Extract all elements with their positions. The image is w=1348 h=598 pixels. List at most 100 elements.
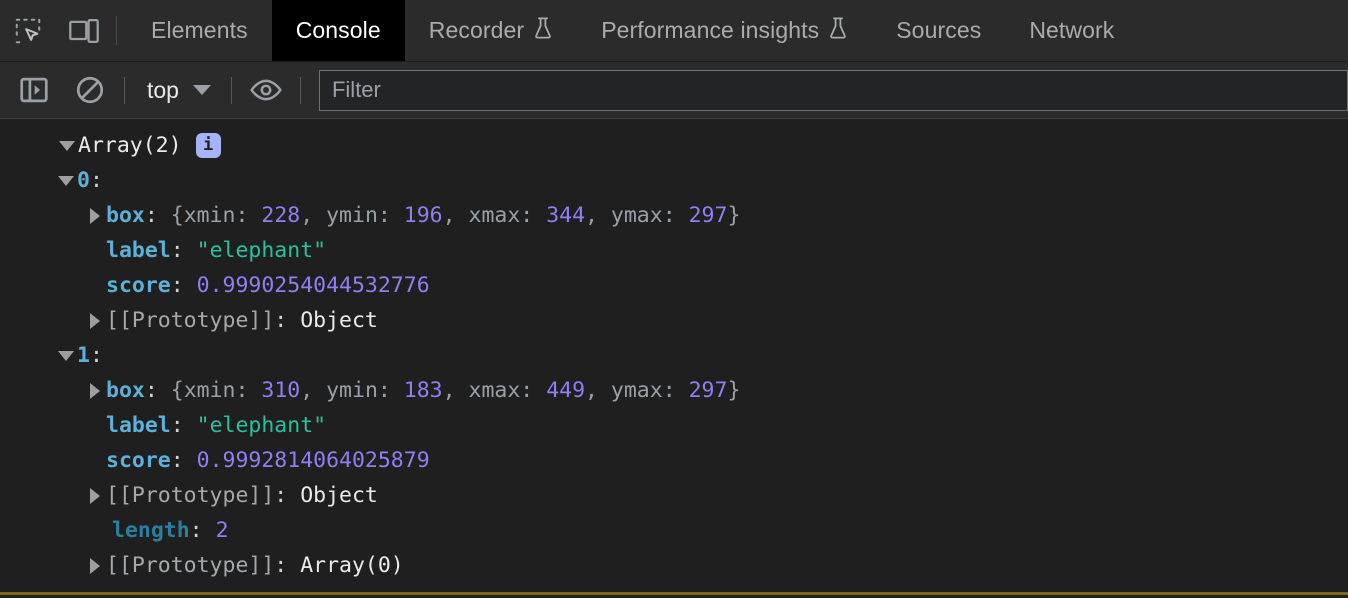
box-field-value: 183 bbox=[404, 373, 443, 408]
disclosure-triangle-closed-icon[interactable] bbox=[84, 488, 106, 504]
object-prototype-row[interactable]: [[Prototype]]: Object bbox=[0, 303, 1348, 338]
object-property-row-label[interactable]: label: "elephant" bbox=[0, 408, 1348, 443]
tab-label: Performance insights bbox=[601, 17, 819, 44]
disclosure-triangle-closed-icon[interactable] bbox=[84, 313, 106, 329]
array-index-row[interactable]: 1: bbox=[0, 338, 1348, 373]
box-field-value: 196 bbox=[404, 198, 443, 233]
colon: : bbox=[145, 198, 158, 233]
disclosure-triangle-open-icon[interactable] bbox=[55, 176, 77, 186]
object-prototype-row[interactable]: [[Prototype]]: Object bbox=[0, 478, 1348, 513]
comma: , bbox=[585, 198, 611, 233]
array-index-key: 1 bbox=[77, 338, 90, 373]
box-field-name: xmax bbox=[469, 198, 521, 233]
colon: : bbox=[274, 303, 287, 338]
comma: , bbox=[300, 373, 326, 408]
prototype-key: [[Prototype]] bbox=[106, 548, 274, 583]
object-property-row-box[interactable]: box: {xmin: 228, ymin: 196, xmax: 344, y… bbox=[0, 198, 1348, 233]
colon: : bbox=[90, 338, 103, 373]
info-badge-icon[interactable]: i bbox=[196, 133, 221, 158]
box-field-name: xmax bbox=[469, 373, 521, 408]
prototype-key: [[Prototype]] bbox=[106, 478, 274, 513]
colon: : bbox=[171, 443, 184, 478]
colon: : bbox=[274, 548, 287, 583]
box-field-value: 297 bbox=[689, 373, 728, 408]
devtools-tab-bar: Elements Console Recorder Performance in… bbox=[0, 0, 1348, 62]
colon: : bbox=[274, 478, 287, 513]
box-field-name: ymax bbox=[611, 198, 663, 233]
box-field-value: 449 bbox=[546, 373, 585, 408]
tab-elements[interactable]: Elements bbox=[127, 0, 272, 61]
inspect-element-icon[interactable] bbox=[0, 0, 56, 61]
property-value-label: "elephant" bbox=[197, 233, 326, 268]
property-value-score: 0.9992814064025879 bbox=[197, 443, 430, 478]
tab-console[interactable]: Console bbox=[272, 0, 405, 61]
box-field-value: 310 bbox=[261, 373, 300, 408]
tab-label: Recorder bbox=[429, 17, 524, 44]
prototype-key: [[Prototype]] bbox=[106, 303, 274, 338]
object-property-row-score[interactable]: score: 0.9990254044532776 bbox=[0, 268, 1348, 303]
array-prototype-row[interactable]: [[Prototype]]: Array(0) bbox=[0, 548, 1348, 583]
flask-icon bbox=[533, 16, 553, 46]
array-length-row[interactable]: length: 2 bbox=[0, 513, 1348, 548]
colon: : bbox=[171, 408, 184, 443]
colon: : bbox=[145, 373, 158, 408]
array-index-row[interactable]: 0: bbox=[0, 163, 1348, 198]
property-value-length: 2 bbox=[216, 513, 229, 548]
filter-field-wrap bbox=[319, 70, 1348, 111]
box-field-value: 297 bbox=[689, 198, 728, 233]
property-key-score: score bbox=[106, 268, 171, 303]
property-value-score: 0.9990254044532776 bbox=[197, 268, 430, 303]
disclosure-triangle-open-icon[interactable] bbox=[55, 351, 77, 361]
prototype-value: Object bbox=[300, 303, 378, 338]
disclosure-triangle-closed-icon[interactable] bbox=[84, 558, 106, 574]
property-key-label: label bbox=[106, 233, 171, 268]
box-field-name: ymax bbox=[611, 373, 663, 408]
object-property-row-label[interactable]: label: "elephant" bbox=[0, 233, 1348, 268]
prototype-value: Array(0) bbox=[300, 548, 404, 583]
clear-console-icon[interactable] bbox=[62, 62, 118, 119]
comma: , bbox=[585, 373, 611, 408]
console-array-root-row[interactable]: Array(2) i bbox=[0, 128, 1348, 163]
colon: : bbox=[171, 268, 184, 303]
property-key-box: box bbox=[106, 198, 145, 233]
array-index-key: 0 bbox=[77, 163, 90, 198]
open-brace: { bbox=[171, 198, 184, 233]
colon: : bbox=[90, 163, 103, 198]
box-field-name: ymin bbox=[326, 373, 378, 408]
filter-input[interactable] bbox=[319, 70, 1348, 111]
tab-performance-insights[interactable]: Performance insights bbox=[577, 0, 872, 61]
property-key-box: box bbox=[106, 373, 145, 408]
colon: : bbox=[190, 513, 203, 548]
console-sidebar-icon[interactable] bbox=[6, 62, 62, 119]
tab-label: Sources bbox=[896, 17, 981, 44]
property-key-label: label bbox=[106, 408, 171, 443]
execution-context-selector[interactable]: top bbox=[131, 77, 225, 104]
disclosure-triangle-closed-icon[interactable] bbox=[84, 383, 106, 399]
disclosure-triangle-open-icon[interactable] bbox=[56, 141, 78, 151]
close-brace: } bbox=[727, 373, 740, 408]
tab-sources[interactable]: Sources bbox=[872, 0, 1005, 61]
property-key-length: length bbox=[112, 513, 190, 548]
toolbar-divider bbox=[231, 77, 232, 104]
object-property-row-box[interactable]: box: {xmin: 310, ymin: 183, xmax: 449, y… bbox=[0, 373, 1348, 408]
close-brace: } bbox=[727, 198, 740, 233]
flask-icon bbox=[828, 16, 848, 46]
tab-network[interactable]: Network bbox=[1005, 0, 1138, 61]
colon: : bbox=[171, 233, 184, 268]
box-field-value: 344 bbox=[546, 198, 585, 233]
array-root-label: Array(2) bbox=[78, 128, 182, 163]
tab-recorder[interactable]: Recorder bbox=[405, 0, 577, 61]
console-toolbar: top bbox=[0, 62, 1348, 119]
prototype-value: Object bbox=[300, 478, 378, 513]
chevron-down-icon bbox=[193, 85, 211, 95]
property-value-label: "elephant" bbox=[197, 408, 326, 443]
box-field-value: 228 bbox=[261, 198, 300, 233]
device-toolbar-icon[interactable] bbox=[56, 0, 112, 61]
live-expression-eye-icon[interactable] bbox=[238, 62, 294, 119]
console-output[interactable]: Array(2) i 0: box: {xmin: 228, ymin: 196… bbox=[0, 119, 1348, 595]
disclosure-triangle-closed-icon[interactable] bbox=[84, 208, 106, 224]
object-property-row-score[interactable]: score: 0.9992814064025879 bbox=[0, 443, 1348, 478]
tabbar-divider bbox=[116, 16, 117, 45]
tab-label: Elements bbox=[151, 17, 248, 44]
tab-label: Network bbox=[1029, 17, 1114, 44]
